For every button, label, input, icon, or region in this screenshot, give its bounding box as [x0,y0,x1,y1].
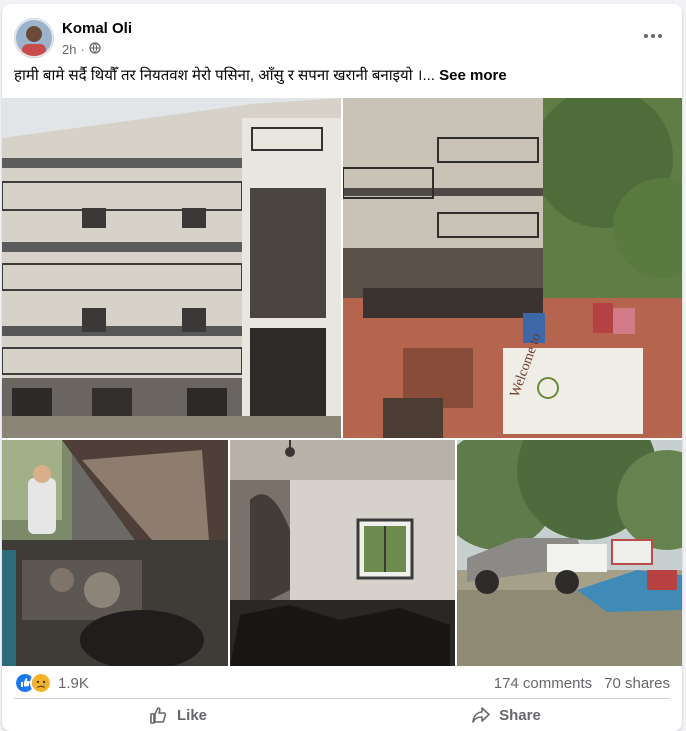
share-label: Share [499,706,541,724]
photo-grid: Welcome to [2,98,682,666]
comments-count[interactable]: 174 comments [494,675,592,692]
post-text: हामी बामे सर्दै थियौँ तर नियतवश मेरो पसि… [14,66,670,86]
shares-count[interactable]: 70 shares [604,675,670,692]
post-meta: 2h · [62,42,101,57]
share-button[interactable]: Share [342,700,670,730]
post-time[interactable]: 2h [62,42,76,57]
like-button[interactable]: Like [14,700,342,730]
stats-right: 174 comments 70 shares [494,675,670,692]
globe-icon [89,42,101,57]
author-avatar[interactable] [14,18,54,58]
reactions[interactable]: 1.9K [14,672,89,694]
see-more-link[interactable]: See more [439,67,507,84]
thumbs-up-icon [150,707,167,724]
sad-icon [30,672,52,694]
more-options-button[interactable] [638,24,668,48]
more-dots-icon [644,34,648,38]
photo-burned-truck[interactable] [457,440,682,666]
divider [14,698,670,699]
engagement-stats: 1.9K 174 comments 70 shares [14,672,670,694]
photo-burned-room[interactable] [230,440,455,666]
post-body: हामी बामे सर्दै थियौँ तर नियतवश मेरो पसि… [14,67,435,84]
post-card: Komal Oli 2h · हामी बामे सर्दै थियौँ तर … [2,4,682,731]
photo-building-exterior[interactable] [2,98,341,438]
photo-burned-courtyard[interactable]: Welcome to [343,98,682,438]
reaction-count: 1.9K [58,674,89,692]
post-actions: Like Share [14,700,670,730]
author-name[interactable]: Komal Oli [62,20,132,37]
like-label: Like [176,706,207,724]
photo-burned-engine[interactable] [2,440,228,666]
share-icon [472,707,490,723]
